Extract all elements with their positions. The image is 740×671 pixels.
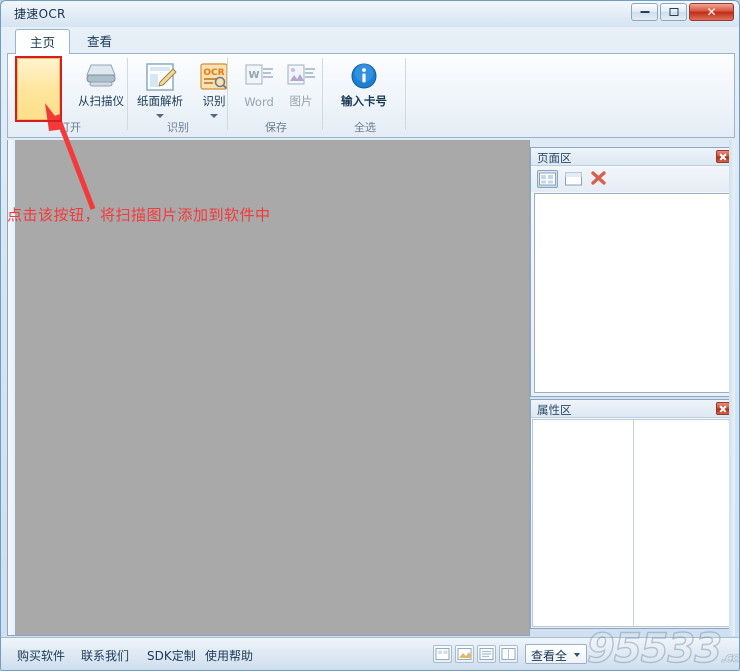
- properties-panel-header: 属性区: [531, 400, 734, 418]
- ribbon-button-page-analysis-label: 纸面解析: [137, 94, 183, 108]
- pages-panel-close-button[interactable]: [716, 150, 730, 163]
- ocr-icon: OCR: [197, 61, 231, 93]
- ribbon-group-save: W Word 图片 保存: [229, 54, 323, 138]
- ribbon-group-save-label: 保存: [265, 121, 287, 134]
- tab-view[interactable]: 查看: [73, 30, 126, 54]
- window-title: 捷速OCR: [14, 7, 66, 21]
- properties-column-divider[interactable]: [633, 420, 634, 626]
- properties-panel: 属性区: [530, 399, 735, 629]
- single-column-icon[interactable]: [499, 645, 518, 663]
- ribbon-group-selectall-label: 全选: [354, 121, 376, 134]
- link-contact-us[interactable]: 联系我们: [81, 647, 129, 664]
- ribbon-tab-strip: 主页 查看: [7, 29, 735, 55]
- properties-grid[interactable]: [532, 419, 733, 627]
- fit-page-icon[interactable]: [433, 645, 452, 663]
- link-sdk-customization[interactable]: SDK定制: [147, 647, 196, 664]
- link-usage-help[interactable]: 使用帮助: [205, 647, 253, 664]
- chevron-down-icon: [574, 653, 580, 657]
- svg-text:W: W: [248, 70, 259, 81]
- ribbon-group-recognize: 纸面解析 OCR 识别 识别: [128, 54, 228, 138]
- close-icon: ✕: [706, 5, 717, 19]
- link-buy-software[interactable]: 购买软件: [17, 647, 65, 664]
- group-separator: [322, 58, 323, 130]
- right-dock: 页面区 属性区: [530, 140, 735, 636]
- properties-panel-title: 属性区: [537, 403, 572, 417]
- delete-page-icon[interactable]: [589, 170, 610, 188]
- ribbon-button-save-image[interactable]: 图片: [275, 58, 327, 118]
- group-separator: [227, 58, 228, 130]
- text-view-icon[interactable]: [477, 645, 496, 663]
- maximize-icon: [669, 8, 678, 16]
- list-view-icon[interactable]: [563, 170, 584, 188]
- svg-text:OCR: OCR: [203, 68, 224, 78]
- fit-image-icon[interactable]: [455, 645, 474, 663]
- title-bar: 捷速OCR ✕: [1, 1, 739, 27]
- zoom-level-dropdown[interactable]: 查看全: [525, 644, 587, 664]
- ribbon-group-open-label: 打开: [59, 121, 81, 134]
- ribbon-button-enter-card-number-label: 输入卡号: [341, 94, 387, 108]
- chevron-down-icon[interactable]: [210, 114, 218, 118]
- scanner-icon: [84, 61, 118, 93]
- ribbon-button-page-analysis[interactable]: 纸面解析: [129, 58, 191, 118]
- minimize-icon: [640, 11, 649, 13]
- image-file-icon: [284, 61, 318, 93]
- right-dock-scrollbar[interactable]: [729, 140, 735, 636]
- minimize-button[interactable]: [631, 3, 658, 21]
- read-button-highlight-fill: [17, 58, 60, 120]
- maximize-button[interactable]: [660, 3, 687, 21]
- word-doc-icon: W: [242, 61, 276, 93]
- ribbon-button-enter-card-number[interactable]: 输入卡号: [333, 58, 395, 118]
- info-icon: [347, 61, 381, 93]
- page-analysis-icon: [143, 61, 177, 93]
- application-window: 捷速OCR ✕ 主页 查看 读取: [0, 0, 740, 671]
- zoom-level-value: 查看全: [531, 649, 568, 663]
- ribbon-group-selectall: 输入卡号 全选: [324, 54, 406, 138]
- ribbon-toolbar: 读取 从扫描仪 打开: [7, 54, 735, 138]
- ribbon-button-from-scanner-label: 从扫描仪: [78, 94, 124, 108]
- annotation-text: 点击该按钮，将扫描图片添加到软件中: [7, 206, 271, 224]
- tab-home[interactable]: 主页: [15, 29, 71, 55]
- properties-panel-close-button[interactable]: [716, 402, 730, 415]
- ribbon-group-recognize-label: 识别: [167, 121, 189, 134]
- close-button[interactable]: ✕: [689, 3, 734, 21]
- pages-panel-title: 页面区: [537, 151, 572, 165]
- pages-panel: 页面区: [530, 147, 735, 397]
- ribbon-button-from-scanner[interactable]: 从扫描仪: [70, 58, 132, 118]
- chevron-down-icon[interactable]: [156, 114, 164, 118]
- pages-panel-header: 页面区: [531, 148, 734, 166]
- group-separator: [405, 58, 406, 130]
- thumbnail-view-icon[interactable]: [537, 170, 558, 188]
- ribbon-button-save-image-label: 图片: [289, 94, 313, 108]
- status-bar: 购买软件 联系我们 SDK定制 使用帮助 查看全: [1, 637, 739, 670]
- pages-thumbnail-list[interactable]: [534, 193, 730, 393]
- pages-panel-toolbar: [531, 167, 734, 192]
